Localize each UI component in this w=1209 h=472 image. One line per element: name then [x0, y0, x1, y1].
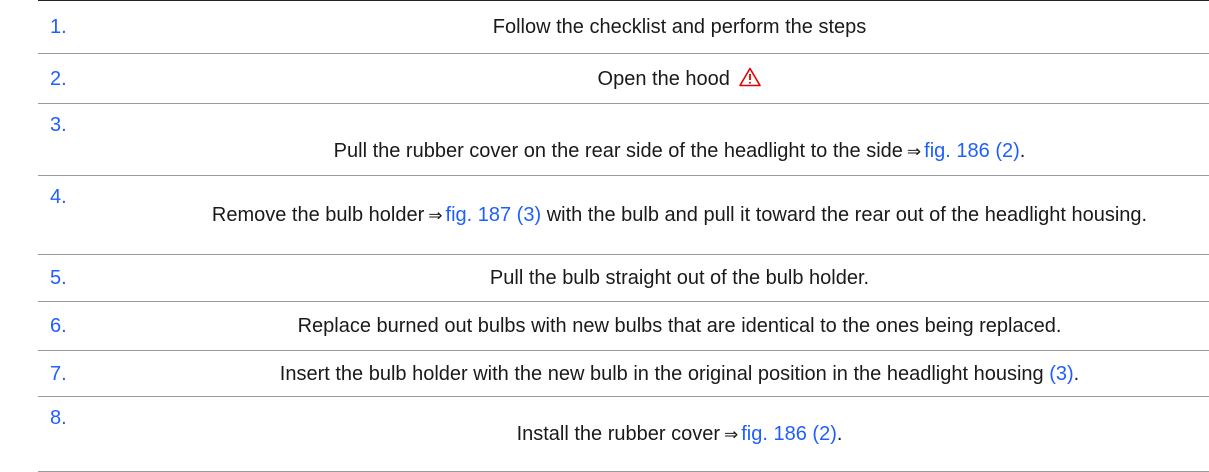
step-number: 5.: [38, 254, 150, 302]
step-number: 1.: [38, 0, 150, 54]
arrow-icon: ⇒: [906, 142, 922, 162]
step-number-cell: 3.: [38, 103, 150, 176]
step-text: Open the hood: [597, 67, 730, 90]
step-number: 8.: [50, 407, 67, 429]
warning-triangle-icon[interactable]: [739, 67, 762, 87]
step-text: Insert the bulb holder with the new bulb…: [279, 362, 1044, 385]
step-number: 3.: [50, 114, 67, 136]
step-number: 6.: [38, 301, 150, 351]
step-text-end: .: [836, 422, 843, 445]
step-number: 2.: [38, 53, 150, 104]
step-text: Follow the checklist and perform the ste…: [150, 0, 1209, 54]
step-text-cell: Install the rubber cover ⇒ fig. 186 (2).: [150, 396, 1209, 472]
step-text: Pull the rubber cover on the rear side o…: [333, 140, 903, 162]
step-row: 5. Pull the bulb straight out of the bul…: [38, 254, 1209, 302]
step-text: Install the rubber cover: [516, 422, 720, 445]
step-row: 4. Remove the bulb holder ⇒ fig. 187 (3) w…: [38, 175, 1209, 255]
procedure-steps-table: 1. Follow the checklist and perform the …: [38, 0, 1209, 472]
step-row: 8. Install the rubber cover ⇒ fig. 186 (2)…: [38, 396, 1209, 472]
step-text-cell: Open the hood: [150, 53, 1209, 104]
step-text-cell: Remove the bulb holder ⇒ fig. 187 (3) with…: [150, 175, 1209, 255]
step-text-cell: Pull the rubber cover on the rear side o…: [150, 103, 1209, 176]
step-number-cell: 4.: [38, 175, 150, 255]
step-text: Pull the bulb straight out of the bulb h…: [150, 254, 1209, 302]
step-number: 7.: [38, 350, 150, 397]
step-row: 2. Open the hood: [38, 53, 1209, 104]
figure-link[interactable]: fig. 186 (2): [924, 140, 1020, 162]
figure-link[interactable]: fig. 186 (2): [741, 423, 837, 445]
step-row: 7. Insert the bulb holder with the new b…: [38, 350, 1209, 397]
step-row: 3. Pull the rubber cover on the rear sid…: [38, 103, 1209, 176]
figure-link[interactable]: (3): [1049, 363, 1073, 385]
arrow-icon: ⇒: [724, 424, 739, 445]
step-number: 4.: [50, 186, 67, 208]
step-text-cell: Insert the bulb holder with the new bulb…: [150, 350, 1209, 397]
arrow-icon: ⇒: [428, 205, 443, 226]
step-text-end: with the bulb and pull it toward the rea…: [546, 203, 1148, 226]
step-number-cell: 8.: [38, 396, 150, 472]
step-row: 1. Follow the checklist and perform the …: [38, 0, 1209, 54]
step-text: Replace burned out bulbs with new bulbs …: [150, 301, 1209, 351]
step-text-end: .: [1073, 362, 1080, 385]
step-text-end: .: [1019, 140, 1026, 162]
step-row: 6. Replace burned out bulbs with new bul…: [38, 301, 1209, 351]
figure-link[interactable]: fig. 187 (3): [446, 204, 542, 226]
step-text: Remove the bulb holder: [211, 203, 425, 226]
